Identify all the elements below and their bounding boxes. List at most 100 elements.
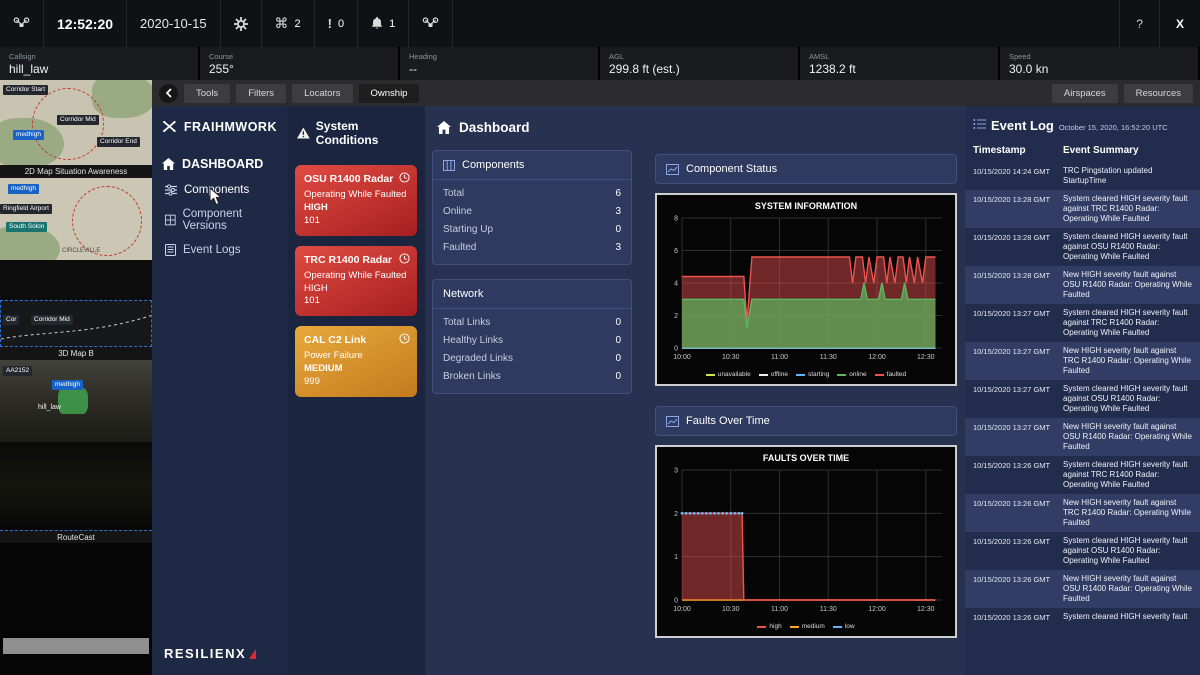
home-icon [437,121,451,134]
strip-scrollbar[interactable] [3,638,149,654]
event-log-row[interactable]: 10/15/2020 13:26 GMTSystem cleared HIGH … [965,532,1200,570]
event-log-title: Event Log [991,118,1054,133]
line-chart-icon [666,164,679,175]
nav-item-component-versions[interactable]: Component Versions [152,202,287,238]
stat-row-degraded-links: Degraded Links0 [443,349,621,367]
corridor-volume [58,388,88,414]
chart-title: SYSTEM INFORMATION [660,198,952,213]
tab-ownship[interactable]: Ownship [359,84,420,103]
window-controls: ? X [1119,0,1200,47]
nav-item-components[interactable]: Components [152,178,287,202]
brand-text: FRAIHMWORK [184,120,277,134]
event-log-body: 10/15/2020 14:24 GMTTRC Pingstation upda… [965,162,1200,651]
map-2d-thumbnail[interactable]: Corridor Start Corridor Mid medhigh Corr… [0,80,152,165]
condition-name: TRC R1400 Radar [304,254,408,267]
condition-card-trc-radar[interactable]: TRC R1400 Radar Operating While Faulted … [295,246,417,317]
condition-cards: OSU R1400 Radar Operating While Faulted … [287,160,425,402]
svg-text:10:00: 10:00 [673,354,691,361]
exclamation-icon: ! [328,16,332,31]
history-clock-icon[interactable] [399,333,410,344]
system-conditions-panel: System Conditions OSU R1400 Radar Operat… [287,106,425,675]
tab-resources[interactable]: Resources [1124,84,1193,103]
event-summary: New HIGH severity fault against OSU R140… [1063,574,1192,604]
tab-filters[interactable]: Filters [236,84,286,103]
event-summary: System cleared HIGH severity fault again… [1063,194,1192,224]
top-bar: 12:52:20 2020-10-15 ⌘ 2 ! 0 1 ? X [0,0,1200,47]
map-chip-south-solon: South Solon [6,222,47,232]
event-log-row[interactable]: 10/15/2020 13:27 GMTSystem cleared HIGH … [965,380,1200,418]
svg-text:2: 2 [674,313,678,320]
back-button[interactable] [159,84,178,103]
resilienx-logo-accent [249,649,256,659]
tab-airspaces[interactable]: Airspaces [1052,84,1118,103]
network-panel-header: Network [433,280,631,309]
event-log-row[interactable]: 10/15/2020 13:28 GMTNew HIGH severity fa… [965,266,1200,304]
column-timestamp: Timestamp [973,145,1063,156]
nav-dashboard[interactable]: DASHBOARD [152,150,287,178]
event-log-row[interactable]: 10/15/2020 13:28 GMTSystem cleared HIGH … [965,190,1200,228]
event-summary: System cleared HIGH severity fault [1063,612,1187,622]
settings-gear-icon[interactable] [221,0,262,47]
event-log-row[interactable]: 10/15/2020 13:26 GMTNew HIGH severity fa… [965,494,1200,532]
map-2d-thumbnail-lower[interactable]: medhigh Ringfield Airport South Solon CI… [0,178,152,260]
help-button[interactable]: ? [1119,0,1159,47]
stat-row-faulted: Faulted3 [443,238,621,256]
bell-icon [371,17,383,30]
tab-locators[interactable]: Locators [292,84,352,103]
map-3d-thumbnail[interactable]: AA2152 medhigh hill_law [0,360,152,442]
event-log-row[interactable]: 10/15/2020 13:27 GMTNew HIGH severity fa… [965,342,1200,380]
condition-severity: HIGH [304,202,408,215]
event-summary: System cleared HIGH severity fault again… [1063,308,1192,338]
telemetry-course: Course 255° [200,47,400,80]
history-clock-icon[interactable] [399,253,410,264]
faults-over-time-header: Faults Over Time [655,406,957,436]
event-summary: System cleared HIGH severity fault again… [1063,232,1192,262]
faults-over-time-legend: highmediumlow [660,620,952,634]
dark-panel-thumbnail[interactable] [0,260,152,300]
history-clock-icon[interactable] [399,172,410,183]
corridor-map-thumbnail[interactable]: Cor Corridor Mid [0,300,152,347]
event-timestamp: 10/15/2020 13:28 GMT [973,270,1063,300]
tab-tools[interactable]: Tools [184,84,230,103]
map-chip-corridor-mid-2: Corridor Mid [31,315,73,325]
condition-card-osu-radar[interactable]: OSU R1400 Radar Operating While Faulted … [295,165,417,236]
close-button[interactable]: X [1159,0,1200,47]
app-window: 12:52:20 2020-10-15 ⌘ 2 ! 0 1 ? X Callsi… [0,0,1200,675]
legend-item: high [757,623,781,630]
event-log-row[interactable]: 10/15/2020 13:26 GMTNew HIGH severity fa… [965,570,1200,608]
condition-name: CAL C2 Link [304,334,408,347]
notification-count: 1 [389,18,395,30]
components-sliders-icon [165,184,177,196]
camera-view-thumbnail[interactable] [0,442,152,530]
svg-text:11:00: 11:00 [771,354,788,361]
event-log-row[interactable]: 10/15/2020 13:27 GMTNew HIGH severity fa… [965,418,1200,456]
event-log-row[interactable]: 10/15/2020 13:26 GMTSystem cleared HIGH … [965,456,1200,494]
event-log-row[interactable]: 10/15/2020 14:24 GMTTRC Pingstation upda… [965,162,1200,190]
shortcuts-indicator[interactable]: ⌘ 2 [262,0,315,47]
component-status-header: Component Status [655,154,957,184]
event-log-row[interactable]: 10/15/2020 13:26 GMTSystem cleared HIGH … [965,608,1200,626]
event-timestamp: 10/15/2020 13:26 GMT [973,498,1063,528]
event-log-row[interactable]: 10/15/2020 13:28 GMTSystem cleared HIGH … [965,228,1200,266]
condition-fault: Operating While Faulted [304,270,408,283]
event-log-row[interactable]: 10/15/2020 13:27 GMTSystem cleared HIGH … [965,304,1200,342]
map-3d-label[interactable]: 3D Map B [0,347,152,360]
date-display: 2020-10-15 [140,16,207,31]
legend-item: online [837,371,866,378]
notifications-indicator[interactable]: 1 [358,0,409,47]
svg-text:11:30: 11:30 [820,354,837,361]
alerts-indicator[interactable]: ! 0 [315,0,358,47]
system-conditions-header: System Conditions [287,106,425,160]
condition-severity: HIGH [304,283,408,296]
routecast-label[interactable]: RouteCast [0,530,152,543]
svg-text:12:30: 12:30 [917,354,935,361]
telemetry-heading: Heading -- [400,47,600,80]
map-2d-label[interactable]: 2D Map Situation Awareness [0,165,152,178]
nav-item-event-logs[interactable]: Event Logs [152,238,287,262]
map-chip-aa2152: AA2152 [3,366,32,376]
condition-severity: MEDIUM [304,363,408,376]
routecast-thumbnail[interactable] [0,543,152,675]
resilienx-logo-text: RESILIENX [164,646,246,661]
svg-text:10:30: 10:30 [722,354,740,361]
condition-card-cal-c2-link[interactable]: CAL C2 Link Power Failure MEDIUM 999 [295,326,417,397]
